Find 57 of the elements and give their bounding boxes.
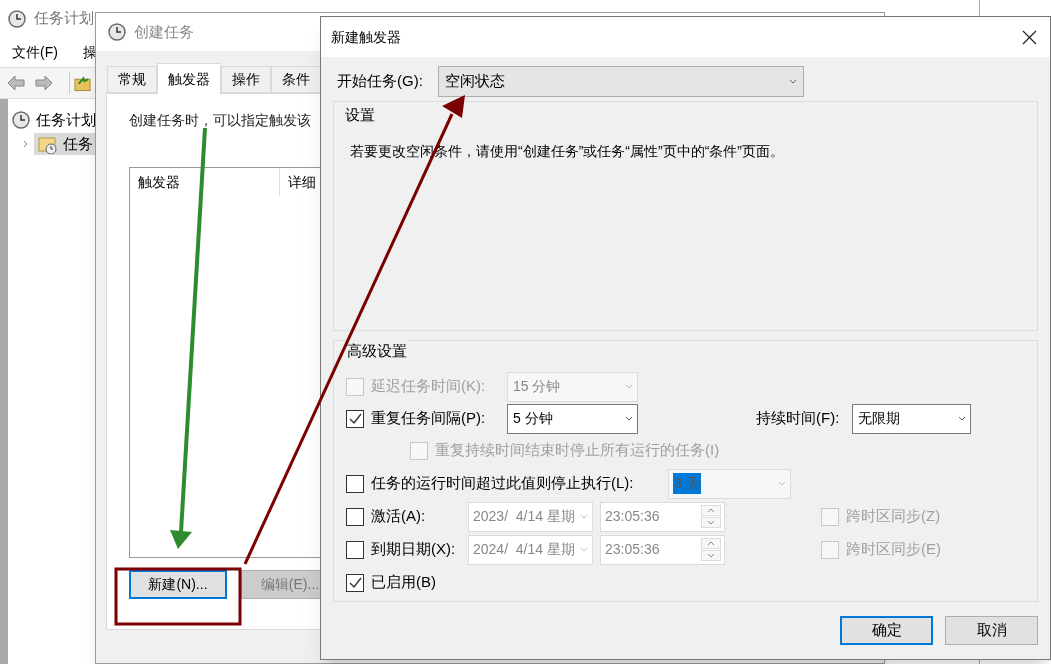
checkbox[interactable] bbox=[346, 540, 364, 559]
clock-icon bbox=[108, 23, 126, 41]
tab[interactable]: 触发器 bbox=[157, 63, 221, 94]
checkbox-label: 重复持续时间结束时停止所有运行的任务(I) bbox=[435, 440, 720, 461]
chevron-down-icon bbox=[778, 481, 786, 486]
time-field[interactable]: 23:05:36 bbox=[600, 501, 725, 532]
chevron-down-icon bbox=[958, 416, 966, 421]
tree-item[interactable]: 任务计划 bbox=[36, 108, 96, 132]
chevron-down-icon bbox=[625, 416, 633, 421]
field-label: 开始任务(G): bbox=[337, 71, 424, 92]
right-arrow-icon bbox=[35, 75, 53, 91]
checkbox-label: 激活(A): bbox=[371, 506, 427, 527]
dropdown[interactable]: 空闲状态 bbox=[438, 66, 804, 97]
spinner-icon bbox=[701, 505, 721, 528]
left-arrow-icon bbox=[7, 75, 25, 91]
up-folder-button[interactable] bbox=[69, 72, 91, 94]
checkbox[interactable] bbox=[346, 507, 364, 526]
close-icon bbox=[1021, 29, 1037, 45]
description-text: 创建任务时，可以指定触发该 bbox=[129, 111, 311, 130]
checkmark-icon bbox=[348, 412, 362, 425]
chevron-down-icon bbox=[580, 547, 588, 552]
chevron-down-icon bbox=[789, 79, 797, 84]
checkbox-label: 跨时区同步(E) bbox=[846, 539, 941, 560]
checkbox-label: 延迟任务时间(K): bbox=[371, 376, 487, 397]
menu-item[interactable]: 操 bbox=[82, 41, 97, 63]
clock-icon bbox=[8, 9, 26, 28]
checkbox-label: 任务的运行时间超过此值则停止执行(L): bbox=[371, 473, 635, 494]
checkbox-label: 重复任务间隔(P): bbox=[371, 408, 487, 429]
window-title: 创建任务 bbox=[134, 21, 194, 42]
tree-item[interactable]: 任务 bbox=[34, 133, 97, 155]
checkbox[interactable] bbox=[346, 573, 364, 592]
checkbox[interactable] bbox=[346, 409, 364, 428]
tab[interactable]: 操作 bbox=[221, 66, 271, 93]
tab[interactable]: 常规 bbox=[107, 66, 157, 93]
dropdown[interactable]: 5 分钟 bbox=[507, 403, 638, 434]
checkbox[interactable] bbox=[346, 474, 364, 493]
spinner-icon bbox=[701, 538, 721, 561]
checkbox-label: 到期日期(X): bbox=[371, 539, 457, 560]
dialog-title: 新建触发器 bbox=[331, 27, 401, 47]
checkmark-icon bbox=[348, 576, 362, 589]
column-header[interactable]: 触发器 bbox=[130, 168, 280, 196]
checkbox-label: 跨时区同步(Z) bbox=[846, 506, 941, 527]
tab[interactable]: 条件 bbox=[271, 66, 321, 93]
menu-item[interactable]: 文件(F) bbox=[12, 41, 58, 63]
window-title: 任务计划 bbox=[34, 8, 94, 29]
folder-icon bbox=[74, 74, 91, 92]
button[interactable]: 确定 bbox=[840, 616, 933, 645]
field-label: 持续时间(F): bbox=[756, 408, 841, 429]
checkbox-label: 已启用(B) bbox=[371, 572, 436, 593]
button[interactable]: 取消 bbox=[945, 616, 1038, 645]
folder-clock-icon bbox=[38, 134, 57, 154]
clock-icon bbox=[12, 111, 30, 129]
chevron-down-icon bbox=[580, 514, 588, 519]
button[interactable]: 新建(N)... bbox=[129, 570, 227, 599]
dropdown[interactable]: 无限期 bbox=[852, 403, 971, 434]
time-field[interactable]: 23:05:36 bbox=[600, 534, 725, 565]
chevron-down-icon bbox=[625, 384, 633, 389]
